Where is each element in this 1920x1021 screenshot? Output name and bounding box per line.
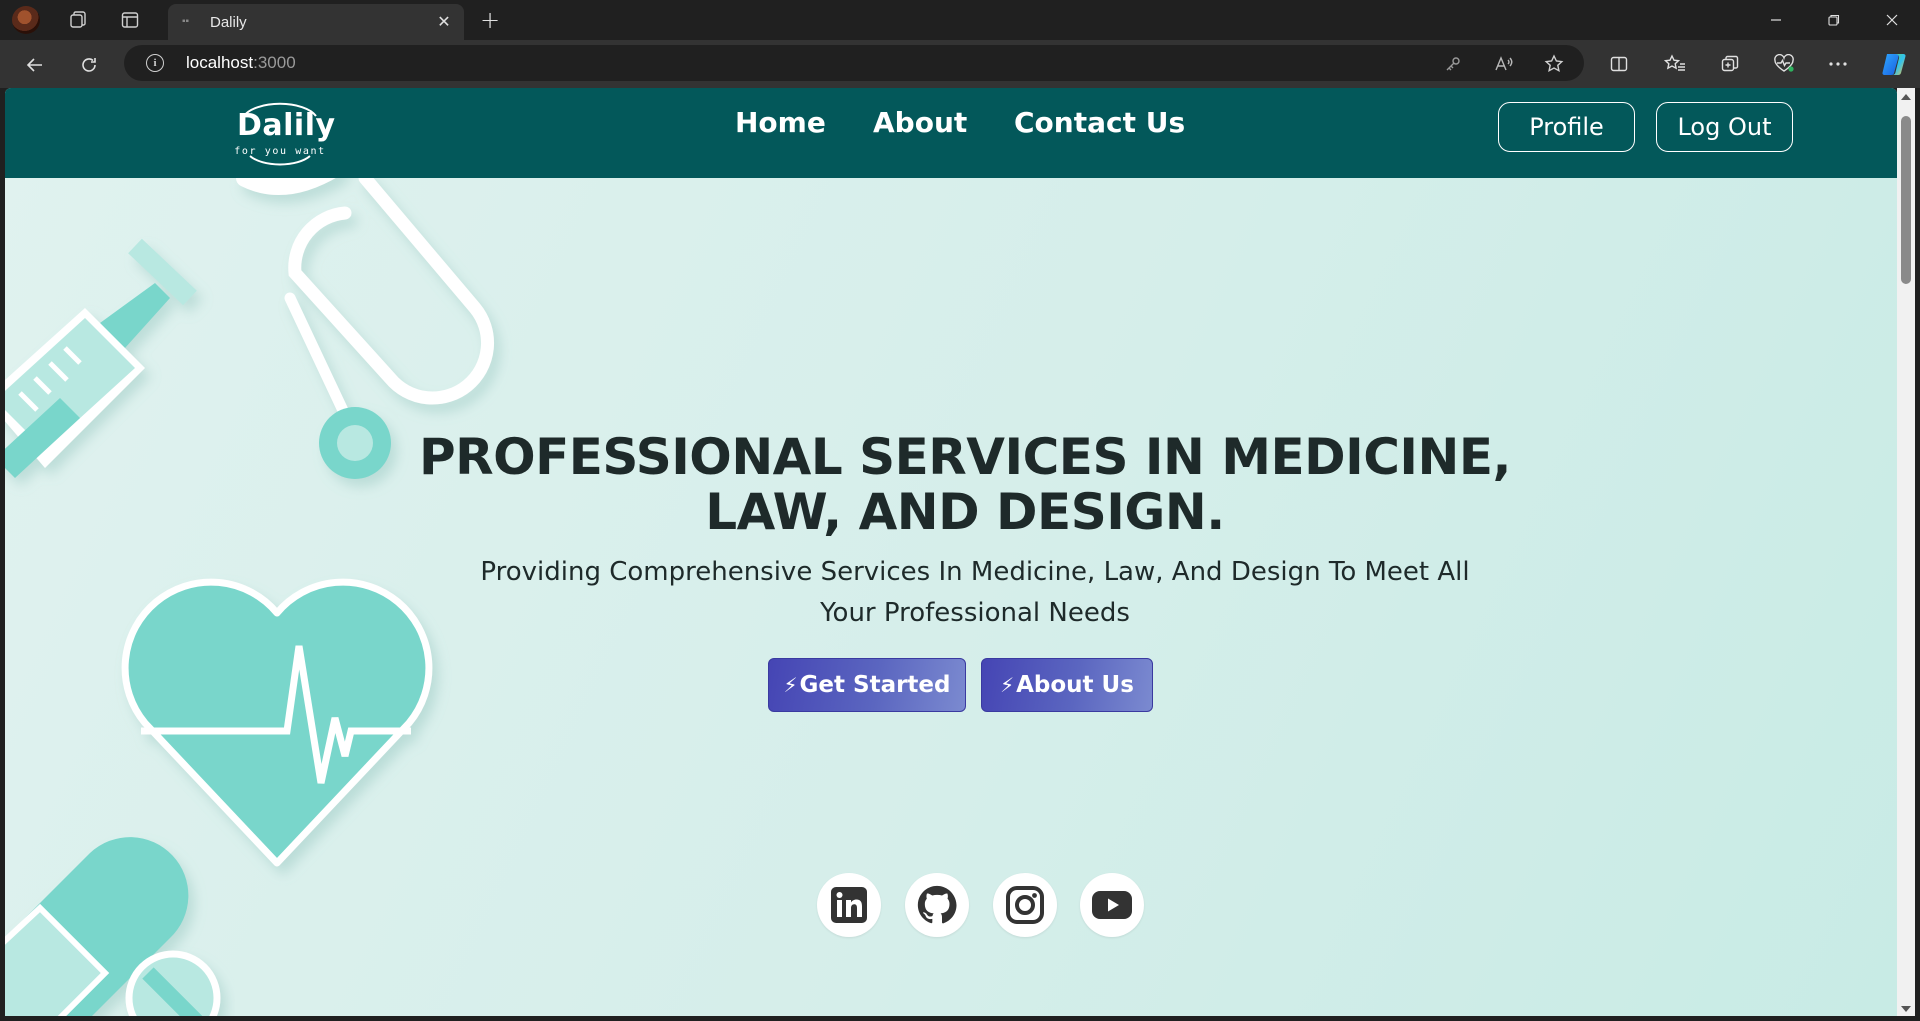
scroll-down-arrow-icon[interactable] <box>1901 1006 1911 1012</box>
get-started-button[interactable]: ⚡ Get Started <box>768 658 966 712</box>
back-button[interactable] <box>20 50 50 80</box>
about-us-button[interactable]: ⚡ About Us <box>981 658 1153 712</box>
url-text[interactable]: localhost:3000 <box>186 53 296 73</box>
restore-button[interactable] <box>1806 0 1862 40</box>
heart-pulse-icon <box>121 578 433 867</box>
youtube-icon <box>1092 891 1132 919</box>
github-link[interactable] <box>905 873 969 937</box>
address-bar[interactable]: i localhost:3000 <box>124 45 1584 81</box>
read-aloud-icon[interactable] <box>1493 53 1515 75</box>
tab-favicon-icon: ▪▪ <box>182 16 190 27</box>
nav-about[interactable]: About <box>873 106 967 139</box>
favorite-star-icon[interactable] <box>1543 53 1565 75</box>
nav-contact-us[interactable]: Contact Us <box>1014 106 1185 139</box>
scroll-thumb[interactable] <box>1901 116 1911 284</box>
key-icon[interactable] <box>1442 53 1464 75</box>
dalily-logo[interactable]: Dalily for you want <box>230 96 335 172</box>
browser-essentials-icon[interactable] <box>1770 50 1798 78</box>
youtube-link[interactable] <box>1080 873 1144 937</box>
hero-title-line-1: PROFESSIONAL SERVICES IN MEDICINE, <box>418 428 1512 486</box>
url-host: localhost <box>186 53 254 72</box>
split-screen-icon[interactable] <box>1605 50 1633 78</box>
profile-avatar[interactable] <box>12 6 40 34</box>
tab-title: Dalily <box>210 13 247 31</box>
active-tab[interactable]: ▪▪ Dalily ✕ <box>168 4 464 40</box>
syringe-icon <box>5 238 197 478</box>
linkedin-link[interactable] <box>817 873 881 937</box>
nav-home[interactable]: Home <box>735 106 826 139</box>
hero-subtitle-line-2: Your Professional Needs <box>820 598 1130 628</box>
page-scrollbar[interactable] <box>1897 88 1915 1016</box>
scroll-up-arrow-icon[interactable] <box>1901 94 1911 100</box>
logout-button[interactable]: Log Out <box>1656 102 1793 152</box>
linkedin-icon <box>831 887 867 923</box>
instagram-icon <box>1006 886 1044 924</box>
browser-toolbar: i localhost:3000 <box>0 40 1920 88</box>
lightning-icon: ⚡ <box>1000 673 1015 697</box>
url-port: :3000 <box>253 53 296 72</box>
tablet-pill-icon <box>125 950 221 1016</box>
get-started-label: Get Started <box>799 672 951 698</box>
collections-icon[interactable] <box>1716 50 1744 78</box>
browser-titlebar: ▪▪ Dalily ✕ + <box>0 0 1920 40</box>
workspaces-icon[interactable] <box>64 6 92 34</box>
more-options-icon[interactable] <box>1824 50 1852 78</box>
site-info-icon[interactable]: i <box>146 54 164 72</box>
favorites-icon[interactable] <box>1661 50 1689 78</box>
hero-subtitle: Providing Comprehensive Services In Medi… <box>445 552 1505 634</box>
hero-subtitle-line-1: Providing Comprehensive Services In Medi… <box>480 557 1470 587</box>
instagram-link[interactable] <box>993 873 1057 937</box>
hero-section: PROFESSIONAL SERVICES IN MEDICINE, LAW, … <box>5 178 1897 1016</box>
logo-tagline: for you want <box>234 146 326 157</box>
new-tab-button[interactable]: + <box>476 6 504 34</box>
reload-button[interactable] <box>74 50 104 80</box>
close-window-button[interactable] <box>1864 0 1920 40</box>
about-us-label: About Us <box>1016 672 1134 698</box>
hero-title: PROFESSIONAL SERVICES IN MEDICINE, LAW, … <box>365 430 1565 540</box>
page-viewport: Dalily for you want Home About Contact U… <box>5 88 1897 1016</box>
vertical-tabs-icon[interactable] <box>116 6 144 34</box>
github-icon <box>917 885 957 924</box>
minimize-button[interactable] <box>1748 0 1804 40</box>
hero-title-line-2: LAW, AND DESIGN. <box>705 483 1225 541</box>
site-header: Dalily for you want Home About Contact U… <box>5 88 1897 178</box>
copilot-icon[interactable] <box>1879 50 1911 78</box>
profile-button[interactable]: Profile <box>1498 102 1635 152</box>
logo-text: Dalily <box>237 108 336 143</box>
lightning-icon: ⚡ <box>783 673 798 697</box>
tab-close-icon[interactable]: ✕ <box>434 12 454 32</box>
